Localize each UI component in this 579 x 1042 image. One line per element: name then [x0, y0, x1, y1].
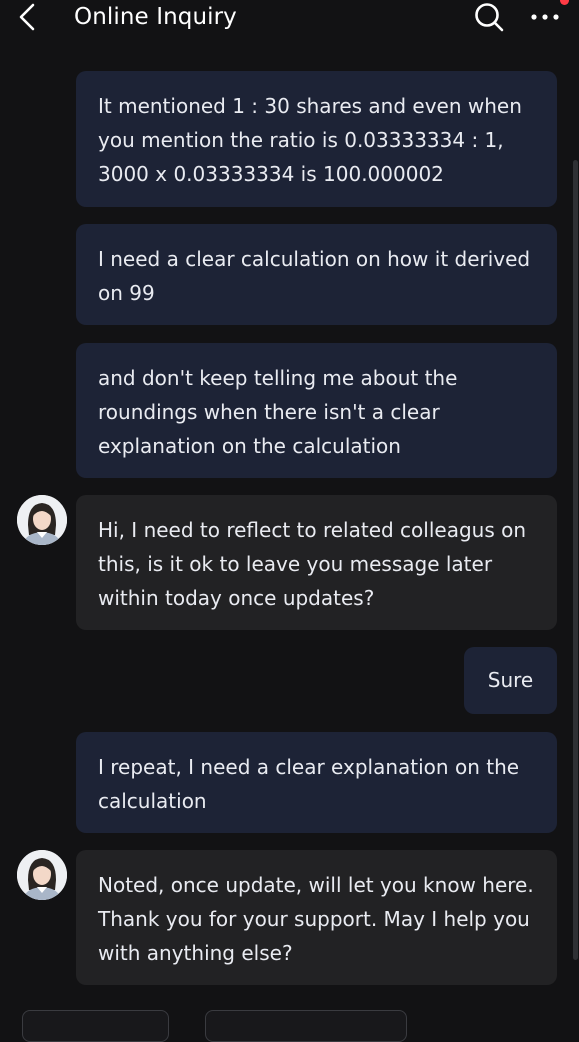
message-text: Sure [487, 668, 534, 692]
back-button[interactable] [12, 0, 44, 34]
top-bar: Online Inquiry [0, 0, 579, 38]
message-text: Hi, I need to reflect to related colleag… [98, 518, 527, 610]
search-icon [475, 3, 504, 32]
message-text: and don't keep telling me about the roun… [98, 366, 458, 458]
user-message-bubble: I repeat, I need a clear explanation on … [76, 732, 557, 833]
message-text: It mentioned 1 : 30 shares and even when… [98, 94, 522, 186]
scrollbar[interactable] [573, 160, 578, 960]
user-message-bubble: I need a clear calculation on how it der… [76, 224, 557, 325]
agent-avatar-image [17, 495, 67, 545]
agent-avatar-image [17, 850, 67, 900]
quick-action-button[interactable] [22, 1010, 169, 1042]
page-title: Online Inquiry [74, 4, 237, 30]
message-text: Noted, once update, will let you know he… [98, 873, 534, 965]
user-message-bubble: Sure [464, 647, 557, 714]
message-text: I repeat, I need a clear explanation on … [98, 755, 520, 813]
user-message-bubble: and don't keep telling me about the roun… [76, 343, 557, 478]
agent-avatar[interactable] [17, 495, 67, 545]
message-text: I need a clear calculation on how it der… [98, 247, 531, 305]
more-options-button[interactable] [528, 0, 562, 34]
agent-avatar[interactable] [17, 850, 67, 900]
quick-action-button[interactable] [205, 1010, 407, 1042]
agent-message-bubble: Noted, once update, will let you know he… [76, 850, 557, 985]
search-button[interactable] [472, 0, 506, 34]
chevron-left-icon [19, 3, 35, 31]
notification-dot [560, 0, 569, 5]
agent-message-bubble: Hi, I need to reflect to related colleag… [76, 495, 557, 630]
more-icon [531, 14, 559, 20]
user-message-bubble: It mentioned 1 : 30 shares and even when… [76, 71, 557, 207]
